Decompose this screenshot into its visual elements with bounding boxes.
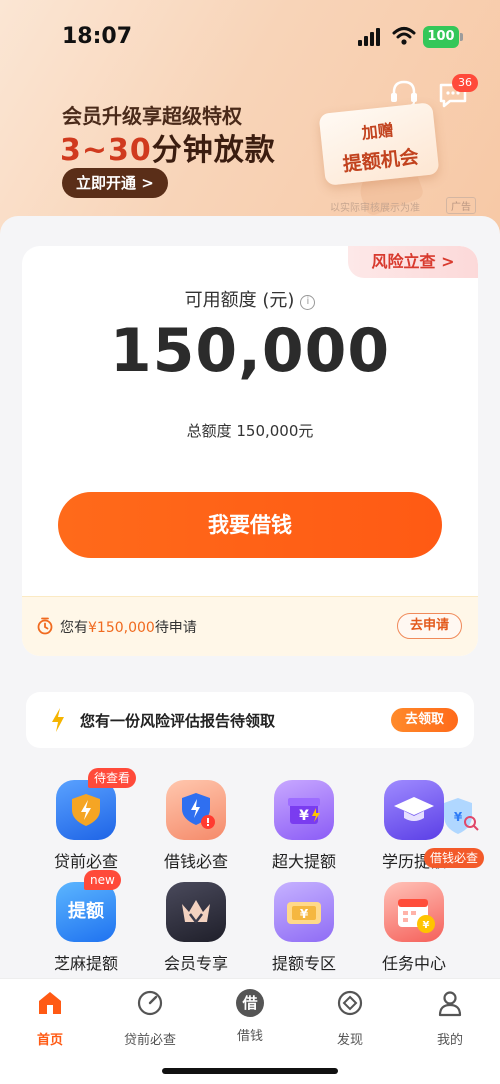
tab-label: 我的: [436, 1033, 463, 1048]
shield-magnifier-icon: ¥: [444, 798, 479, 834]
svg-text:¥: ¥: [423, 920, 430, 931]
service-item-limit-zone[interactable]: ¥ 提额专区: [254, 882, 354, 974]
profile-icon: [438, 991, 462, 1017]
ad-disclaimer: 以实际审核展示为准: [330, 203, 420, 214]
tab-discover[interactable]: 发现: [300, 989, 400, 1048]
home-indicator: [162, 1068, 338, 1074]
signal-icon: [358, 28, 384, 46]
tab-profile[interactable]: 我的: [400, 989, 500, 1048]
sesame-boost-glyph: 提额: [68, 901, 104, 922]
available-credit-label-text: 可用额度 (元): [184, 290, 295, 311]
tab-home[interactable]: 首页: [0, 989, 100, 1048]
service-item-big-limit-boost[interactable]: ¥ 超大提额: [254, 780, 354, 872]
tab-label: 发现: [336, 1033, 363, 1048]
banner-title: 3~30分钟放款: [60, 125, 276, 169]
credit-card: 风险立查 > 可用额度 (元) i 150,000 总额度 150,000元 我要…: [22, 246, 478, 656]
pending-prefix: 您有: [60, 620, 88, 636]
discover-icon: [337, 990, 363, 1016]
service-label: 任务中心: [381, 954, 446, 973]
service-item-member-exclusive[interactable]: 会员专享: [146, 882, 246, 974]
available-credit-amount: 150,000: [109, 316, 391, 386]
service-badge: new: [84, 870, 121, 890]
tab-pre-loan-check[interactable]: 贷前必查: [100, 989, 200, 1048]
gauge-icon: [137, 990, 163, 1016]
service-item-education-boost[interactable]: ¥ 借钱必查 学历提额: [364, 780, 485, 872]
service-badge: 借钱必查: [424, 848, 485, 868]
service-label: 提额专区: [271, 954, 336, 973]
risk-report-text: 您有一份风险评估报告待领取: [80, 712, 276, 730]
service-label: 超大提额: [271, 852, 336, 871]
shield-alert-icon: [166, 780, 226, 840]
graduation-cap-icon: [384, 780, 444, 840]
ticket-yen-icon: ¥: [274, 882, 334, 942]
service-label: 会员专享: [163, 954, 228, 973]
risk-report-bar[interactable]: 您有一份风险评估报告待领取 去领取: [26, 692, 474, 748]
tab-label: 借钱: [236, 1029, 263, 1044]
pending-application-bar: 您有¥150,000待申请 去申请: [22, 596, 478, 656]
borrow-icon: 借: [236, 989, 264, 1017]
svg-text:¥: ¥: [454, 810, 463, 824]
tab-borrow[interactable]: 借 借钱: [200, 989, 300, 1044]
borrow-button[interactable]: 我要借钱: [58, 492, 442, 558]
shield-bolt-icon: [56, 780, 116, 840]
bolt-icon: [52, 708, 64, 732]
svg-text:¥: ¥: [300, 907, 309, 921]
tab-label: 贷前必查: [123, 1033, 176, 1048]
tab-label: 首页: [36, 1033, 63, 1048]
apply-button[interactable]: 去申请: [396, 613, 462, 639]
promo-card[interactable]: 加赠 提额机会: [318, 102, 440, 186]
banner-title-highlight: 3~30: [60, 133, 152, 168]
timer-icon: [37, 617, 53, 635]
service-item-sesame-boost[interactable]: 提额 new 芝麻提额: [36, 870, 136, 974]
battery-indicator: 100: [423, 26, 459, 48]
message-count-badge: 36: [452, 74, 478, 92]
battery-tip: [460, 33, 463, 41]
pending-amount: ¥150,000: [88, 620, 155, 636]
banner-title-rest: 分钟放款: [151, 133, 276, 168]
status-time: 18:07: [62, 24, 133, 49]
available-credit-label: 可用额度 (元) i: [22, 286, 478, 312]
info-icon[interactable]: i: [300, 295, 316, 310]
crown-icon: [166, 882, 226, 942]
svg-text:¥: ¥: [299, 808, 309, 824]
ad-tag: 广告: [446, 197, 476, 214]
status-bar: 18:07 100: [0, 0, 500, 70]
service-item-pre-loan-check[interactable]: 待查看 贷前必查: [36, 768, 137, 872]
pending-suffix: 待申请: [154, 620, 197, 636]
service-item-borrow-check[interactable]: 借钱必查: [146, 780, 246, 872]
service-item-task-center[interactable]: ¥ 任务中心: [364, 882, 464, 974]
claim-button[interactable]: 去领取: [390, 708, 458, 732]
service-label: 贷前必查: [53, 852, 118, 871]
sesame-boost-icon: 提额: [56, 882, 116, 942]
calendar-coin-icon: ¥: [384, 882, 444, 942]
wifi-icon: [392, 27, 416, 45]
risk-check-tag[interactable]: 风险立查 >: [348, 246, 478, 278]
total-credit-text: 总额度 150,000元: [186, 422, 314, 440]
service-badge: 待查看: [88, 768, 137, 788]
gift-yen-icon: ¥: [274, 780, 334, 840]
home-icon: [39, 992, 61, 1014]
pending-text: 您有¥150,000待申请: [60, 617, 197, 637]
service-label: 借钱必查: [163, 852, 228, 871]
open-membership-button[interactable]: 立即开通 >: [62, 168, 168, 198]
service-label: 芝麻提额: [53, 954, 118, 973]
